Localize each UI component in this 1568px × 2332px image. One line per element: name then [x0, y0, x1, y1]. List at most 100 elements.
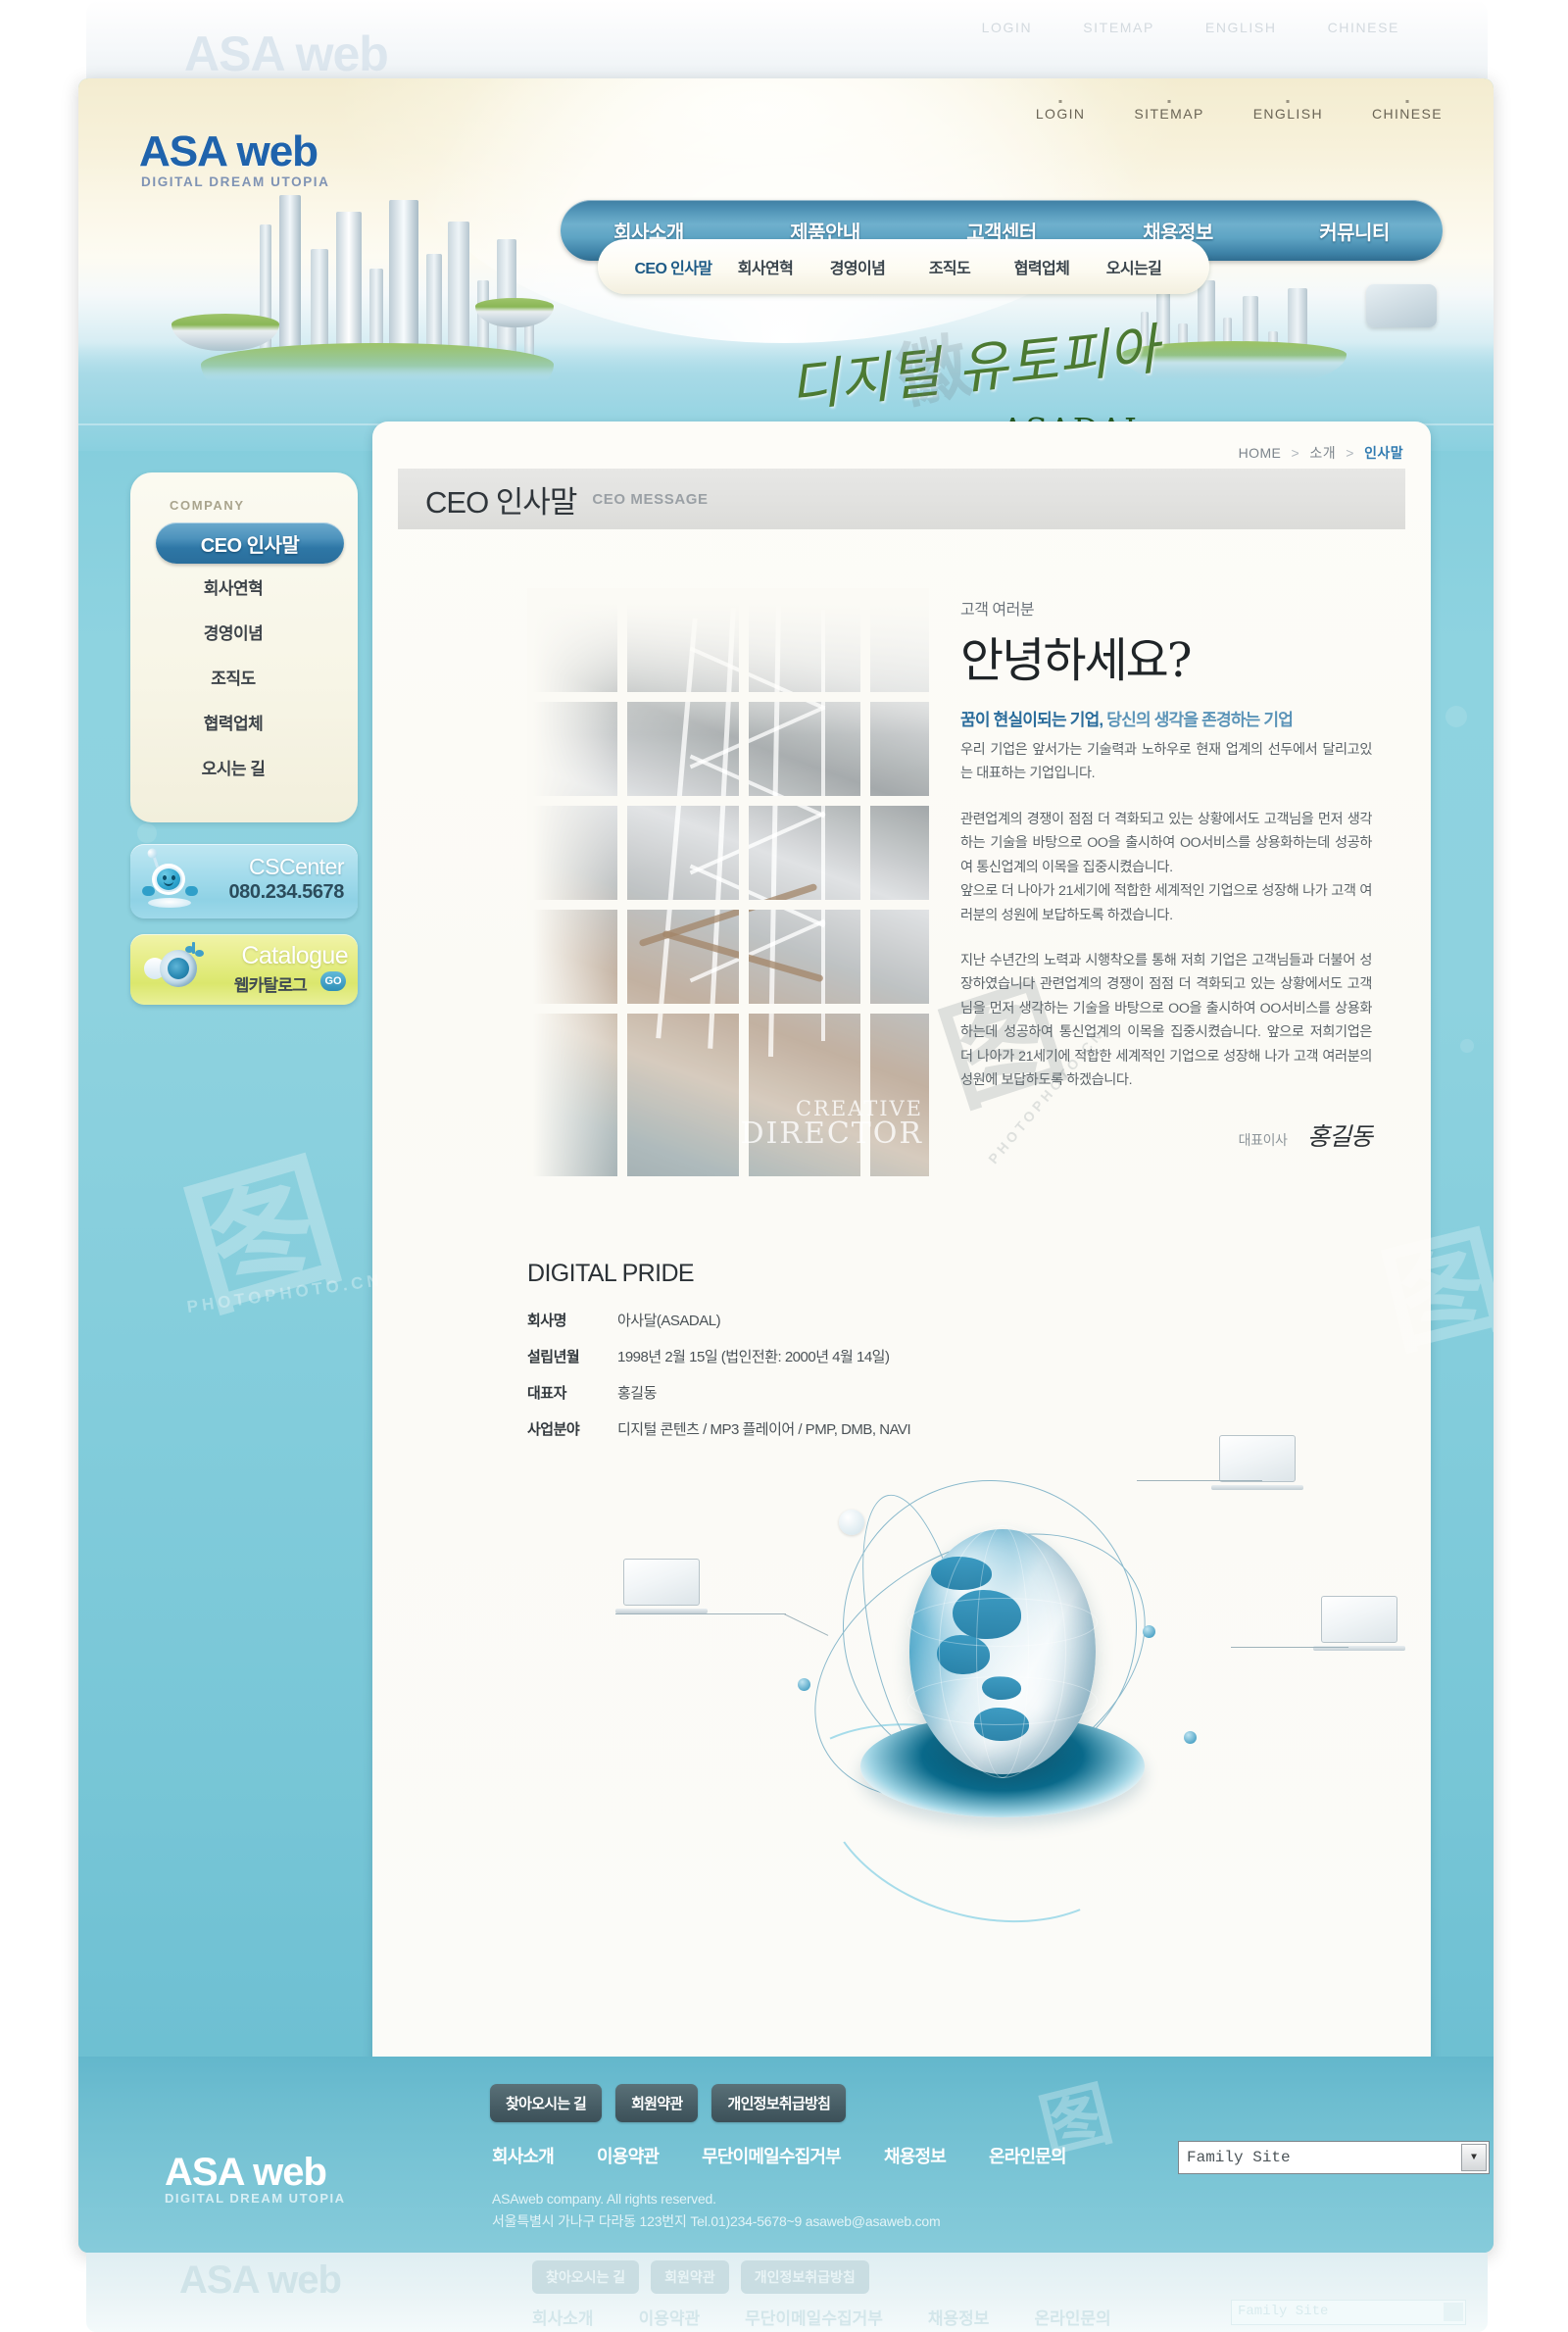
laptop-node-topright — [1211, 1435, 1303, 1490]
ghost-footer-pill: 찾아오시는 길 — [532, 2260, 640, 2294]
connector-line — [783, 1613, 829, 1637]
chevron-right-icon: > — [1291, 445, 1300, 461]
subnav-item-partners[interactable]: 협력업체 — [996, 255, 1088, 278]
subnav-item-directions[interactable]: 오시는길 — [1088, 255, 1180, 278]
ghost-utility-link: ENGLISH — [1204, 20, 1277, 35]
message-lead-part1: 꿈이 현실이되는 기업, — [960, 711, 1103, 729]
breadcrumb-level1[interactable]: 소개 — [1309, 445, 1336, 461]
ghost-footer-pill: 회원약관 — [651, 2260, 729, 2294]
site-header: ASA web DIGITAL DREAM UTOPIA LOGIN SITEM… — [78, 78, 1494, 451]
catalogue-title: Catalogue — [241, 942, 348, 969]
utility-link-login[interactable]: LOGIN — [1036, 100, 1086, 122]
breadcrumb-current: 인사말 — [1364, 445, 1403, 461]
page-title-bar: CEO 인사말 CEO MESSAGE — [398, 469, 1405, 529]
catalogue-go-button[interactable]: GO — [320, 971, 346, 991]
pride-value: 홍길동 — [617, 1385, 657, 1402]
ghost-utility-link: LOGIN — [981, 20, 1033, 35]
background-page-bottom-edge: ASA web 찾아오시는 길 회원약관 개인정보취급방침 회사소개 이용약관 … — [86, 2253, 1488, 2332]
subnav-item-organization[interactable]: 조직도 — [904, 255, 996, 278]
footer-copyright-block: ASAweb company. All rights reserved. 서울특… — [492, 2188, 941, 2233]
collage-fade-left — [527, 588, 620, 1176]
sidebar-item-organization[interactable]: 조직도 — [130, 654, 358, 699]
footer-link-terms[interactable]: 이용약관 — [597, 2143, 660, 2168]
footer-pill-buttons: 찾아오시는 길 회원약관 개인정보취급방침 — [490, 2084, 847, 2122]
ghost-footer-link: 이용약관 — [638, 2309, 701, 2328]
decorative-bubble — [1446, 706, 1467, 727]
footer-link-company[interactable]: 회사소개 — [492, 2143, 555, 2168]
page-title-english: CEO MESSAGE — [592, 490, 709, 508]
signature-name: 홍길동 — [1306, 1122, 1373, 1152]
watermark-glyph: 图 — [169, 1132, 358, 1339]
collage-overlay-text: CREATIVE DIRECTOR — [740, 1097, 923, 1151]
utility-nav: LOGIN SITEMAP ENGLISH CHINESE — [1036, 100, 1443, 122]
footer-button-membership-terms[interactable]: 회원약관 — [615, 2084, 699, 2122]
footer-copyright: ASAweb company. All rights reserved. — [492, 2191, 716, 2207]
orbit-node — [1143, 1625, 1155, 1638]
footer-link-no-email-collection[interactable]: 무단이메일수집거부 — [702, 2143, 842, 2168]
signature-role: 대표이사 — [1238, 1132, 1288, 1149]
ceo-photo-collage: CREATIVE DIRECTOR — [527, 588, 929, 1176]
connector-line — [615, 1613, 786, 1615]
nav-item-community[interactable]: 커뮤니티 — [1266, 217, 1443, 245]
decorative-bubble — [1460, 1039, 1474, 1053]
brand-tagline: DIGITAL DREAM UTOPIA — [141, 174, 330, 189]
message-lead-part2: 당신의 생각을 존경하는 기업 — [1102, 711, 1294, 729]
ghost-footer-logo: ASA web — [179, 2258, 342, 2302]
ghost-footer-link: 온라인문의 — [1034, 2309, 1111, 2328]
pride-value: 아사달(ASADAL) — [617, 1313, 721, 1329]
footer-link-recruit[interactable]: 채용정보 — [884, 2143, 947, 2168]
sidebar-item-directions[interactable]: 오시는 길 — [130, 744, 358, 789]
footer-links: 회사소개 이용약관 무단이메일수집거부 채용정보 온라인문의 — [492, 2143, 1067, 2168]
sidebar-item-ceo-message[interactable]: CEO 인사말 — [156, 522, 344, 564]
utility-link-chinese[interactable]: CHINESE — [1372, 100, 1443, 122]
sidebar-item-history[interactable]: 회사연혁 — [130, 564, 358, 609]
greeting-headline: 안녕하세요? — [960, 633, 1193, 688]
site-logo[interactable]: ASA web DIGITAL DREAM UTOPIA — [139, 127, 330, 189]
background-page-top-edge: ASA web LOGIN SITEMAP ENGLISH CHINESE — [86, 0, 1488, 81]
message-paragraph-1: 관련업계의 경쟁이 점점 더 격화되고 있는 상황에서도 고객님을 먼저 생각하… — [960, 811, 1372, 923]
watermark-text: PHOTOPHOTO.CN — [185, 1270, 384, 1316]
pride-row: 대표자 홍길동 — [527, 1382, 1272, 1403]
cs-center-banner[interactable]: CSCenter 080.234.5678 — [130, 844, 358, 918]
subnav-item-ceo-message[interactable]: CEO 인사말 — [627, 255, 719, 278]
footer-link-online-inquiry[interactable]: 온라인문의 — [989, 2143, 1067, 2168]
subnav-item-history[interactable]: 회사연혁 — [719, 255, 811, 278]
brand-name: ASA web — [139, 127, 330, 176]
satellite-node — [839, 1510, 864, 1535]
ghost-footer-links: 회사소개 이용약관 무단이메일수집거부 채용정보 온라인문의 — [532, 2305, 1111, 2329]
ghost-footer-link: 채용정보 — [927, 2309, 990, 2328]
laptop-node-left — [615, 1559, 708, 1613]
catalogue-banner[interactable]: Catalogue 웹카탈로그 GO — [130, 934, 358, 1005]
ghost-footer-link: 무단이메일수집거부 — [745, 2309, 883, 2328]
sidebar-menu-card: COMPANY CEO 인사말 회사연혁 경영이념 조직도 협력업체 오시는 길 — [130, 472, 358, 822]
sidebar-item-philosophy[interactable]: 경영이념 — [130, 609, 358, 654]
sub-navigation: CEO 인사말 회사연혁 경영이념 조직도 협력업체 오시는길 — [598, 239, 1209, 294]
subnav-item-philosophy[interactable]: 경영이념 — [811, 255, 904, 278]
family-site-select[interactable]: Family Site ▼ — [1178, 2141, 1490, 2174]
ghost-family-site-select: Family Site — [1231, 2300, 1466, 2325]
footer-address: 서울특별시 가나구 다라동 123번지 Tel.01)234-5678~9 as… — [492, 2213, 941, 2230]
footer-button-privacy-policy[interactable]: 개인정보취급방침 — [711, 2084, 847, 2122]
utility-link-sitemap[interactable]: SITEMAP — [1134, 100, 1203, 122]
ghost-utility-link: SITEMAP — [1083, 20, 1154, 35]
footer-brand-name: ASA web — [165, 2151, 327, 2194]
website-page: ASA web DIGITAL DREAM UTOPIA LOGIN SITEM… — [78, 78, 1494, 2253]
collage-overlay-line2: DIRECTOR — [740, 1116, 923, 1151]
sidebar-item-partners[interactable]: 협력업체 — [130, 699, 358, 744]
footer-logo[interactable]: ASA web DIGITAL DREAM UTOPIA — [165, 2151, 346, 2206]
ghost-family-site-value: Family Site — [1238, 2304, 1329, 2319]
footer-button-directions[interactable]: 찾아오시는 길 — [490, 2084, 603, 2122]
chevron-right-icon: > — [1346, 445, 1354, 461]
chevron-down-icon[interactable]: ▼ — [1461, 2144, 1487, 2171]
family-site-selected-value: Family Site — [1187, 2149, 1291, 2166]
message-lead-line: 꿈이 현실이되는 기업, 당신의 생각을 존경하는 기업 — [960, 706, 1372, 730]
ghost-utility-nav: LOGIN SITEMAP ENGLISH CHINESE — [982, 20, 1399, 35]
ceo-message-block: 고객 여러분 안녕하세요? 꿈이 현실이되는 기업, 당신의 생각을 존경하는 … — [960, 596, 1373, 1153]
pride-row: 회사명 아사달(ASADAL) — [527, 1310, 1272, 1330]
breadcrumb-home[interactable]: HOME — [1239, 445, 1282, 461]
ceo-signature: 대표이사 홍길동 — [960, 1117, 1373, 1153]
laptop-node-right — [1313, 1596, 1405, 1651]
orbit-node — [798, 1678, 810, 1691]
main-content-panel: HOME > 소개 > 인사말 CEO 인사말 CEO MESSAGE CREA… — [372, 422, 1431, 2098]
utility-link-english[interactable]: ENGLISH — [1253, 100, 1323, 122]
